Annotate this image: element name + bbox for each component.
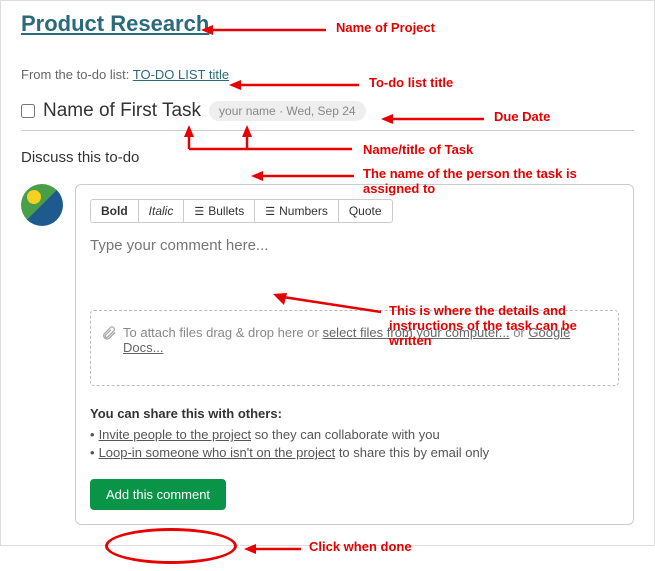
task-due-date: Wed, Sep 24 [286,104,355,118]
share-item-1-rest: so they can collaborate with you [251,427,440,442]
annotation-project: Name of Project [336,20,435,35]
attach-dropzone[interactable]: To attach files drag & drop here or sele… [90,310,619,386]
share-section: You can share this with others: •Invite … [90,406,619,510]
invite-link[interactable]: Invite people to the project [99,427,252,442]
avatar [21,184,63,226]
numbers-icon: ☰ [265,205,275,218]
add-comment-button[interactable]: Add this comment [90,479,226,510]
numbers-label: Numbers [279,204,328,218]
divider [21,130,634,131]
share-item-2: •Loop-in someone who isn't on the projec… [90,445,619,460]
share-item-1: •Invite people to the project so they ca… [90,427,619,442]
numbers-button[interactable]: ☰ Numbers [255,199,339,223]
attach-prefix: To attach files drag & drop here or [123,325,322,340]
breadcrumb-prefix: From the to-do list: [21,67,133,82]
share-item-2-rest: to share this by email only [335,445,489,460]
select-files-link[interactable]: select files from your computer... [322,325,509,340]
comment-box: Bold Italic ☰ Bullets ☰ Numbers Quote To a… [75,184,634,525]
task-checkbox[interactable] [21,104,35,118]
task-name: Name of First Task [43,100,201,122]
editor-toolbar: Bold Italic ☰ Bullets ☰ Numbers Quote [90,199,619,223]
loop-in-link[interactable]: Loop-in someone who isn't on the project [99,445,336,460]
arrow-icon [201,23,331,37]
share-title: You can share this with others: [90,406,619,421]
quote-button[interactable]: Quote [339,199,393,223]
attach-or: or [510,325,529,340]
share-list: •Invite people to the project so they ca… [90,427,619,460]
arrow-icon [251,169,359,183]
task-meta: your name · Wed, Sep 24 [209,101,366,121]
bullets-button[interactable]: ☰ Bullets [184,199,255,223]
discuss-heading: Discuss this to-do [21,149,634,166]
project-title[interactable]: Product Research [21,11,209,37]
paperclip-icon [101,325,117,346]
bold-button[interactable]: Bold [90,199,139,223]
annotation-clickdone: Click when done [309,539,412,554]
task-row: Name of First Task your name · Wed, Sep … [21,100,634,122]
arrow-icon [244,542,306,556]
annotation-circle [105,528,237,564]
attach-text: To attach files drag & drop here or sele… [123,325,608,355]
comment-textarea[interactable] [90,237,619,307]
breadcrumb: From the to-do list: TO-DO LIST title [21,67,634,82]
todo-list-link[interactable]: TO-DO LIST title [133,67,229,82]
bullets-label: Bullets [208,204,244,218]
bullets-icon: ☰ [194,205,204,218]
italic-button[interactable]: Italic [139,199,185,223]
task-assignee: your name [219,104,276,118]
